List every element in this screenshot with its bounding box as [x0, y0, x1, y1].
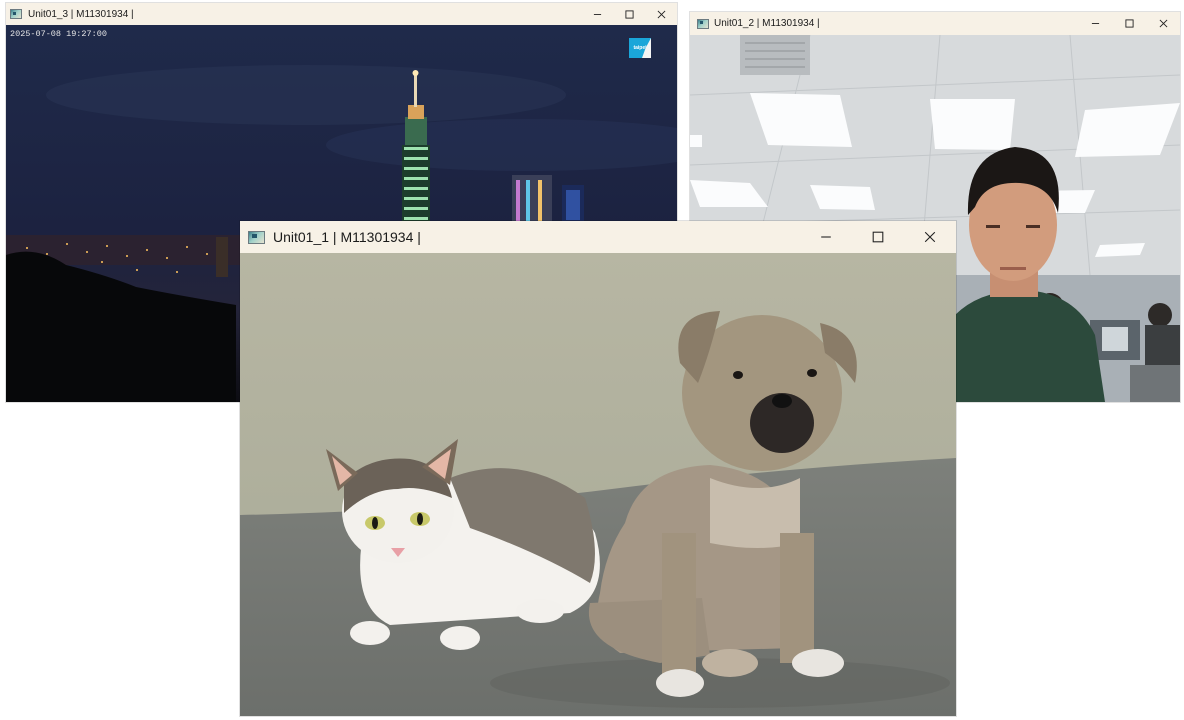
maximize-button[interactable]: [613, 3, 645, 25]
title-bar[interactable]: Unit01_1 | M11301934 |: [240, 221, 956, 253]
title-bar[interactable]: Unit01_2 | M11301934 |: [690, 12, 1180, 35]
maximize-button[interactable]: [852, 221, 904, 253]
title-bar[interactable]: Unit01_3 | M11301934 |: [6, 3, 677, 25]
minimize-button[interactable]: [1078, 12, 1112, 35]
minimize-button[interactable]: [800, 221, 852, 253]
close-icon: [657, 10, 665, 18]
close-button[interactable]: [904, 221, 956, 253]
window-title: Unit01_2 | M11301934 |: [714, 18, 820, 29]
app-icon: [10, 9, 22, 19]
maximize-icon: [624, 9, 634, 19]
minimize-button[interactable]: [581, 3, 613, 25]
close-button[interactable]: [645, 3, 677, 25]
kitten-and-puppy-image: [240, 253, 956, 716]
timestamp-overlay: 2025-07-08 19:27:00: [10, 29, 107, 39]
logo-badge-icon: taipei: [629, 38, 651, 58]
minimize-icon: [821, 236, 831, 238]
close-button[interactable]: [1146, 12, 1180, 35]
window-title: Unit01_3 | M11301934 |: [28, 8, 134, 20]
close-icon: [1159, 19, 1167, 28]
maximize-button[interactable]: [1112, 12, 1146, 35]
app-icon: [697, 18, 709, 29]
minimize-icon: [593, 13, 601, 15]
maximize-icon: [1124, 19, 1134, 28]
window-unit01-1[interactable]: Unit01_1 | M11301934 |: [240, 221, 956, 716]
app-icon: [248, 230, 265, 244]
window-title: Unit01_1 | M11301934 |: [273, 229, 421, 245]
minimize-icon: [1091, 23, 1099, 24]
video-frame: [240, 253, 956, 716]
maximize-icon: [872, 231, 884, 243]
close-icon: [924, 231, 936, 243]
